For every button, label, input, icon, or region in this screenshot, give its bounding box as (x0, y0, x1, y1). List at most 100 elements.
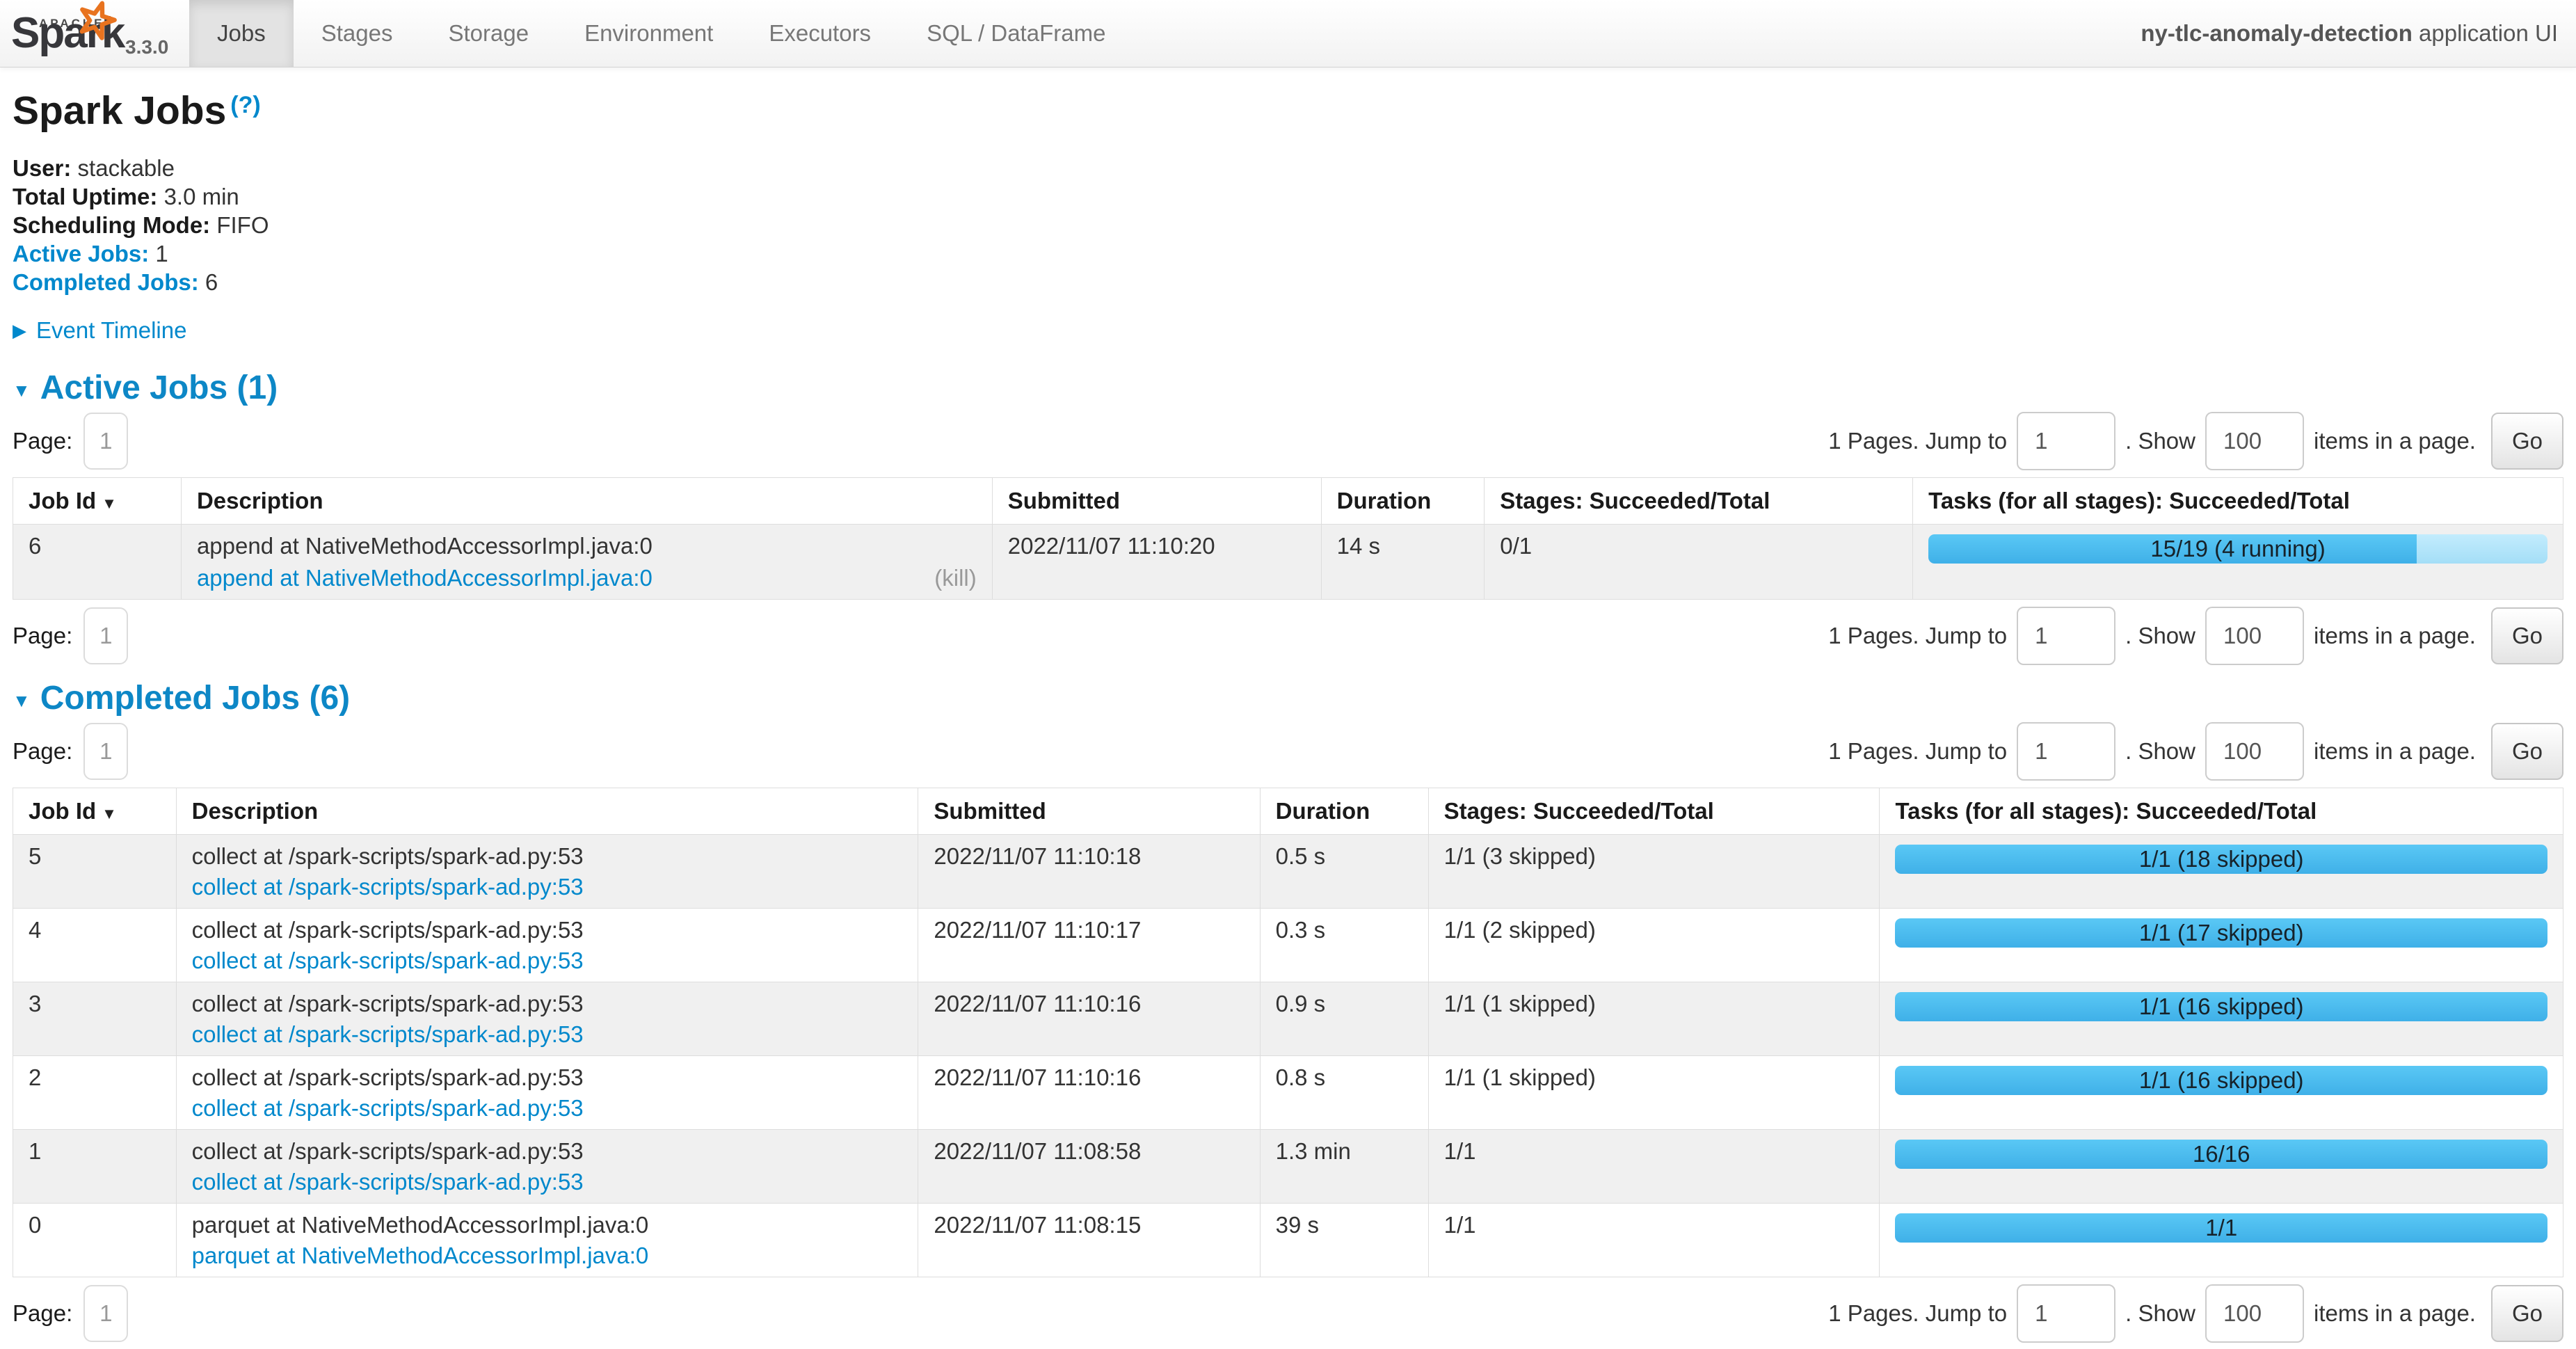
job-description-link[interactable]: append at NativeMethodAccessorImpl.java:… (197, 565, 653, 591)
col-duration[interactable]: Duration (1321, 478, 1485, 525)
items-text: items in a page. (2314, 428, 2476, 454)
application-title: ny-tlc-anomaly-detection application UI (2141, 20, 2576, 47)
pages-count-text: 1 Pages. Jump to (1828, 428, 2007, 454)
job-description: collect at /spark-scripts/spark-ad.py:53 (192, 917, 903, 943)
table-header-row: Job Id▼ Description Submitted Duration S… (13, 478, 2563, 525)
items-per-page-input[interactable] (2205, 722, 2304, 781)
col-tasks[interactable]: Tasks (for all stages): Succeeded/Total (1913, 478, 2563, 525)
job-description-link[interactable]: collect at /spark-scripts/spark-ad.py:53 (192, 1021, 584, 1047)
page-number-input[interactable] (83, 607, 128, 664)
pagination-controls: 1 Pages. Jump to . Show items in a page.… (1828, 412, 2563, 470)
job-submitted: 2022/11/07 11:10:17 (918, 909, 1260, 982)
kill-job-link[interactable]: (kill) (934, 565, 976, 591)
go-button[interactable]: Go (2491, 723, 2563, 780)
spark-logo[interactable]: APACHE Spark 3.3.0 (0, 0, 189, 67)
page-number-input[interactable] (83, 413, 128, 470)
chevron-right-icon: ▶ (13, 321, 26, 340)
job-submitted: 2022/11/07 11:10:16 (918, 982, 1260, 1056)
user-label: User: (13, 155, 71, 181)
completed-jobs-count: 6 (205, 269, 218, 295)
tasks-progress-bar: 1/1 (17 skipped) (1895, 918, 2547, 948)
col-submitted[interactable]: Submitted (992, 478, 1321, 525)
job-submitted: 2022/11/07 11:10:18 (918, 835, 1260, 909)
job-tasks-cell: 1/1 (1880, 1204, 2563, 1277)
job-tasks-cell: 16/16 (1880, 1130, 2563, 1204)
job-description: collect at /spark-scripts/spark-ad.py:53 (192, 843, 903, 869)
event-timeline-toggle[interactable]: ▶ Event Timeline (13, 316, 2563, 345)
tab-stages[interactable]: Stages (294, 0, 421, 67)
active-jobs-link[interactable]: Active Jobs: (13, 241, 149, 266)
jump-to-page-input[interactable] (2017, 412, 2115, 470)
pages-count-text: 1 Pages. Jump to (1828, 1300, 2007, 1327)
completed-job-row: 2 collect at /spark-scripts/spark-ad.py:… (13, 1056, 2563, 1130)
table-header-row: Job Id▼ Description Submitted Duration S… (13, 788, 2563, 835)
col-job-id[interactable]: Job Id▼ (13, 478, 182, 525)
job-description-link[interactable]: parquet at NativeMethodAccessorImpl.java… (192, 1243, 649, 1268)
job-stages: 1/1 (1 skipped) (1428, 982, 1880, 1056)
job-duration: 1.3 min (1260, 1130, 1428, 1204)
job-stages: 1/1 (1 skipped) (1428, 1056, 1880, 1130)
job-description-link[interactable]: collect at /spark-scripts/spark-ad.py:53 (192, 948, 584, 973)
job-description-cell: append at NativeMethodAccessorImpl.java:… (181, 525, 992, 600)
navbar: APACHE Spark 3.3.0 Jobs Stages Storage E… (0, 0, 2576, 67)
pages-count-text: 1 Pages. Jump to (1828, 738, 2007, 765)
application-title-suffix: application UI (2413, 20, 2558, 46)
job-id: 2 (13, 1056, 177, 1130)
items-per-page-input[interactable] (2205, 607, 2304, 665)
job-description-cell: collect at /spark-scripts/spark-ad.py:53… (176, 909, 918, 982)
tasks-progress-bar: 1/1 (16 skipped) (1895, 992, 2547, 1021)
tab-sql-dataframe[interactable]: SQL / DataFrame (899, 0, 1133, 67)
items-per-page-input[interactable] (2205, 412, 2304, 470)
summary-user: User: stackable (13, 154, 2563, 182)
go-button[interactable]: Go (2491, 607, 2563, 664)
items-per-page-input[interactable] (2205, 1284, 2304, 1343)
summary-scheduling-mode: Scheduling Mode: FIFO (13, 211, 2563, 239)
completed-jobs-link[interactable]: Completed Jobs: (13, 269, 199, 295)
col-duration[interactable]: Duration (1260, 788, 1428, 835)
col-description[interactable]: Description (181, 478, 992, 525)
job-description: collect at /spark-scripts/spark-ad.py:53 (192, 991, 903, 1016)
completed-jobs-heading[interactable]: ▼ Completed Jobs (6) (13, 682, 2563, 715)
col-tasks[interactable]: Tasks (for all stages): Succeeded/Total (1880, 788, 2563, 835)
page-label: Page: (13, 1300, 72, 1327)
job-stages: 1/1 (1428, 1130, 1880, 1204)
job-id: 4 (13, 909, 177, 982)
go-button[interactable]: Go (2491, 1285, 2563, 1342)
job-description-cell: collect at /spark-scripts/spark-ad.py:53… (176, 1056, 918, 1130)
tasks-progress-label: 1/1 (16 skipped) (1895, 992, 2547, 1021)
job-stages: 0/1 (1485, 525, 1913, 600)
sort-desc-icon: ▼ (102, 495, 117, 512)
col-submitted[interactable]: Submitted (918, 788, 1260, 835)
jump-to-page-input[interactable] (2017, 607, 2115, 665)
jump-to-page-input[interactable] (2017, 722, 2115, 781)
page-number-input[interactable] (83, 723, 128, 780)
completed-job-row: 0 parquet at NativeMethodAccessorImpl.ja… (13, 1204, 2563, 1277)
job-tasks-cell: 1/1 (16 skipped) (1880, 982, 2563, 1056)
tab-storage[interactable]: Storage (420, 0, 557, 67)
page-number-input[interactable] (83, 1285, 128, 1342)
tab-jobs[interactable]: Jobs (189, 0, 294, 67)
job-description-link[interactable]: collect at /spark-scripts/spark-ad.py:53 (192, 1169, 584, 1195)
spark-star-icon (77, 0, 117, 46)
go-button[interactable]: Go (2491, 413, 2563, 470)
jump-to-page-input[interactable] (2017, 1284, 2115, 1343)
col-description[interactable]: Description (176, 788, 918, 835)
job-description: collect at /spark-scripts/spark-ad.py:53 (192, 1138, 903, 1164)
col-stages[interactable]: Stages: Succeeded/Total (1485, 478, 1913, 525)
col-stages[interactable]: Stages: Succeeded/Total (1428, 788, 1880, 835)
scheduling-mode-value: FIFO (216, 212, 269, 238)
col-job-id[interactable]: Job Id▼ (13, 788, 177, 835)
sort-desc-icon: ▼ (102, 805, 117, 822)
job-id: 6 (13, 525, 182, 600)
job-description-link[interactable]: collect at /spark-scripts/spark-ad.py:53 (192, 1095, 584, 1121)
job-description-link[interactable]: collect at /spark-scripts/spark-ad.py:53 (192, 874, 584, 900)
summary-completed-jobs: Completed Jobs: 6 (13, 268, 2563, 296)
active-jobs-heading[interactable]: ▼ Active Jobs (1) (13, 372, 2563, 405)
tab-environment[interactable]: Environment (557, 0, 741, 67)
tab-executors[interactable]: Executors (741, 0, 899, 67)
page-label: Page: (13, 428, 72, 454)
show-text: . Show (2125, 738, 2195, 765)
help-link[interactable]: (?) (230, 92, 260, 118)
show-text: . Show (2125, 1300, 2195, 1327)
scheduling-mode-label: Scheduling Mode: (13, 212, 210, 238)
